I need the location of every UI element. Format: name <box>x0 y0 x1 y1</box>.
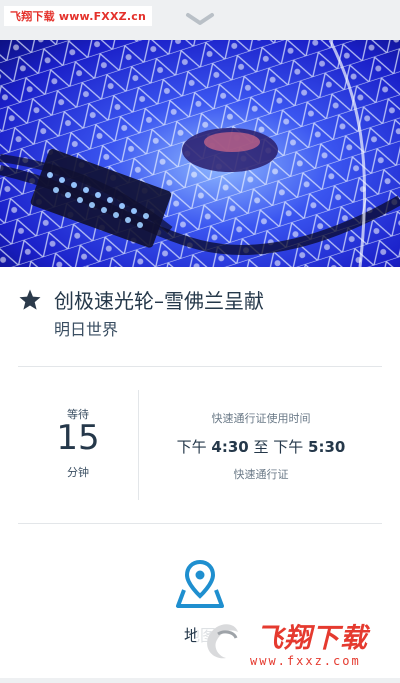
divider <box>18 366 382 367</box>
fastpass-separator: 至 下午 <box>248 438 309 456</box>
attraction-title: 创极速光轮–雪佛兰呈献 <box>54 289 264 313</box>
fastpass-label: 快速通行证 <box>233 468 289 481</box>
top-handle-bar: 飞翔下载 www.FXXZ.cn <box>0 0 400 40</box>
fastpass-panel[interactable]: 快速通行证使用时间 下午 4:30 至 下午 5:30 快速通行证 <box>140 392 382 502</box>
bottom-bar <box>0 678 400 683</box>
fastpass-start: 4:30 <box>211 438 249 456</box>
star-icon[interactable] <box>18 288 42 312</box>
vertical-divider <box>138 390 139 500</box>
fastpass-end: 5:30 <box>308 438 346 456</box>
watermark-logo-icon <box>194 608 250 676</box>
wait-unit: 分钟 <box>67 466 89 479</box>
wait-minutes: 15 <box>56 418 100 458</box>
watermark-url: www.fxxz.com <box>250 654 361 668</box>
attraction-land: 明日世界 <box>54 320 119 339</box>
divider <box>18 523 382 524</box>
watermark-bottom: 飞翔下载 www.fxxz.com <box>192 606 390 676</box>
attraction-hero-image <box>0 40 400 267</box>
fastpass-time: 下午 4:30 至 下午 5:30 <box>140 436 382 457</box>
watermark-brand: 飞翔下载 <box>256 623 368 654</box>
fastpass-header: 快速通行证使用时间 <box>211 412 311 425</box>
collapse-chevron-icon[interactable] <box>184 8 216 30</box>
fastpass-prefix: 下午 <box>176 438 212 456</box>
attraction-detail-screen: 飞翔下载 www.FXXZ.cn 创极速光轮–雪佛兰呈献 明日世界 等待 15 … <box>0 0 400 683</box>
wait-time-panel: 等待 15 分钟 <box>18 392 138 502</box>
watermark-top: 飞翔下载 www.FXXZ.cn <box>4 6 152 26</box>
